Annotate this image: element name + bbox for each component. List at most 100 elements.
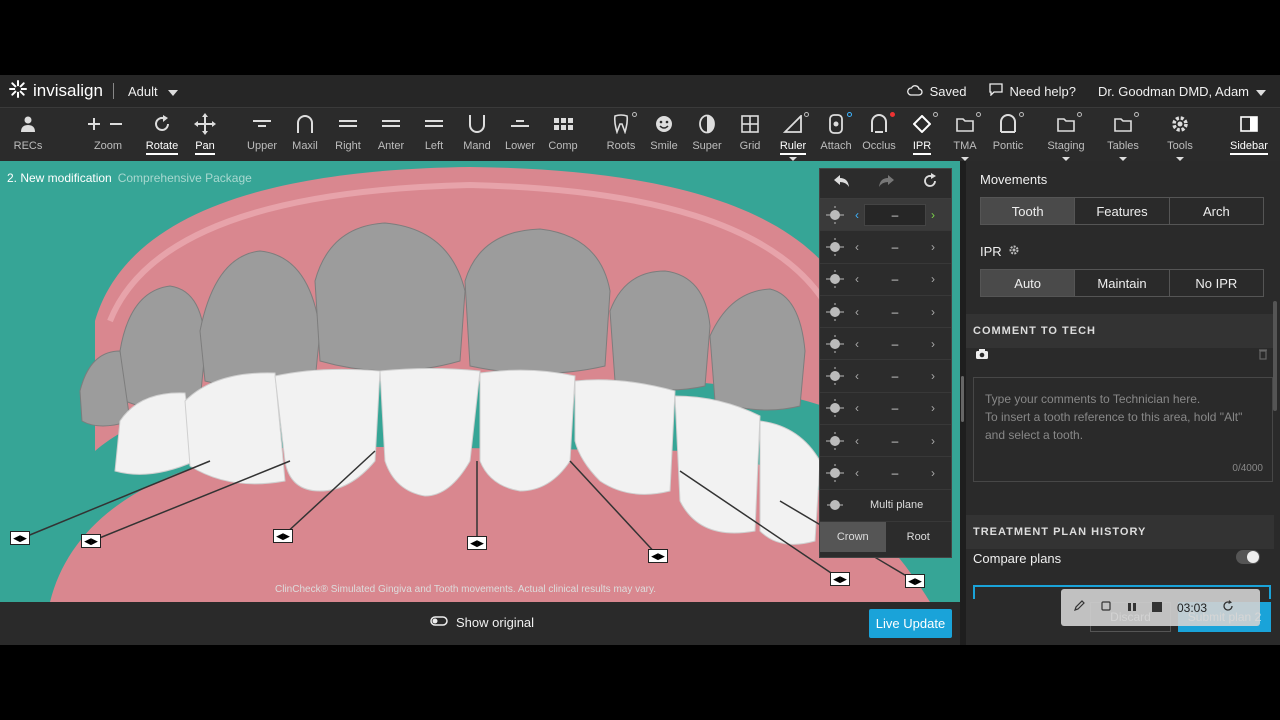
user-menu[interactable]: Dr. Goodman DMD, Adam: [1098, 84, 1266, 99]
toolbar-label: Attach: [820, 140, 852, 152]
eraser-icon[interactable]: [1100, 600, 1112, 615]
live-update-button[interactable]: Live Update: [869, 609, 952, 638]
increment-button[interactable]: ›: [926, 240, 940, 254]
root-button[interactable]: Root: [886, 522, 952, 552]
ipr-title-row: IPR: [980, 244, 1020, 259]
increment-button[interactable]: ›: [926, 208, 940, 222]
tab-ipr-none[interactable]: No IPR: [1170, 270, 1263, 296]
increment-button[interactable]: ›: [926, 369, 940, 383]
tables-icon: [1114, 109, 1132, 139]
help-label: Need help?: [1009, 83, 1077, 99]
3d-viewport[interactable]: 2. New modification Comprehensive Package…: [0, 161, 960, 602]
decrement-button[interactable]: ‹: [850, 208, 864, 222]
ruler-icon: [783, 109, 803, 139]
toolbar-comp-button[interactable]: Comp: [538, 109, 588, 161]
movement-row: ‹ – ›: [820, 360, 951, 393]
patient-type-dropdown[interactable]: Adult: [128, 84, 178, 99]
header-divider: [112, 83, 114, 99]
toolbar-staging-button[interactable]: Staging: [1041, 109, 1091, 161]
package-name: Comprehensive Package: [117, 171, 252, 185]
comment-textarea[interactable]: Type your comments to Technician here. T…: [973, 377, 1273, 482]
toolbar-tables-button[interactable]: Tables: [1098, 109, 1148, 161]
undo-icon[interactable]: [833, 174, 851, 193]
increment-button[interactable]: ›: [926, 272, 940, 286]
toolbar-label: Comp: [548, 140, 578, 152]
decrement-button[interactable]: ‹: [850, 272, 864, 286]
brand-name: invisalign: [33, 81, 103, 100]
redo-icon[interactable]: [877, 174, 895, 193]
toolbar-label: Roots: [606, 140, 636, 152]
ipr-marker[interactable]: ◀▶: [830, 572, 850, 586]
tool-status-dot: [1134, 112, 1139, 117]
reset-icon[interactable]: [922, 173, 938, 194]
decrement-button[interactable]: ‹: [850, 466, 864, 480]
toolbar-label: Right: [335, 140, 361, 152]
upper-icon: [252, 109, 272, 139]
restart-icon[interactable]: [1222, 600, 1234, 615]
tool-status-dot: [804, 112, 809, 117]
movement-value[interactable]: –: [864, 268, 926, 290]
show-original-button[interactable]: Show original: [430, 615, 534, 630]
toolbar-recs-button[interactable]: RECs: [3, 109, 53, 161]
gear-icon[interactable]: [1008, 244, 1020, 259]
toolbar-label: Lower: [505, 140, 535, 152]
ipr-marker[interactable]: ◀▶: [273, 529, 293, 543]
toolbar-label: Mand: [463, 140, 491, 152]
recording-timer: 03:03: [1177, 600, 1208, 615]
movement-value[interactable]: –: [864, 430, 926, 452]
camera-icon[interactable]: [975, 347, 989, 365]
movement-value[interactable]: –: [864, 365, 926, 387]
toolbar-zoom-button[interactable]: Zoom: [78, 109, 138, 161]
decrement-button[interactable]: ‹: [850, 434, 864, 448]
toolbar-sidebar-button[interactable]: Sidebar: [1224, 109, 1274, 161]
viewport-bottom-bar: Show original Live Update: [0, 602, 960, 645]
pause-icon[interactable]: [1127, 601, 1137, 615]
decrement-button[interactable]: ‹: [850, 369, 864, 383]
tab-tooth[interactable]: Tooth: [981, 198, 1076, 224]
pencil-icon[interactable]: [1073, 600, 1085, 615]
increment-button[interactable]: ›: [926, 305, 940, 319]
multi-plane-row[interactable]: Multi plane: [820, 490, 951, 522]
movement-value[interactable]: –: [864, 333, 926, 355]
toolbar-label: Occlus: [862, 140, 896, 152]
toolbar-tools-button[interactable]: Tools: [1155, 109, 1205, 161]
increment-button[interactable]: ›: [926, 337, 940, 351]
decrement-button[interactable]: ‹: [850, 337, 864, 351]
stop-icon[interactable]: [1152, 601, 1162, 615]
extrusion-icon: [820, 205, 850, 224]
crown-button[interactable]: Crown: [820, 521, 886, 552]
pontic-icon: [998, 109, 1018, 139]
movement-row: ‹ – ›: [820, 231, 951, 264]
app-window: invisalign Adult Saved Need help? Dr. Go…: [0, 75, 1280, 645]
toolbar-pontic-button[interactable]: Pontic: [983, 109, 1033, 161]
movement-value[interactable]: –: [864, 397, 926, 419]
movement-value[interactable]: –: [864, 203, 926, 226]
increment-button[interactable]: ›: [926, 466, 940, 480]
decrement-button[interactable]: ‹: [850, 401, 864, 415]
tab-features[interactable]: Features: [1075, 198, 1170, 224]
movement-value[interactable]: –: [864, 301, 926, 323]
ipr-marker[interactable]: ◀▶: [905, 574, 925, 588]
compare-plans-toggle[interactable]: [1236, 550, 1260, 564]
trash-icon[interactable]: [1258, 347, 1268, 365]
movement-value[interactable]: –: [864, 236, 926, 258]
increment-button[interactable]: ›: [926, 401, 940, 415]
ipr-marker[interactable]: ◀▶: [648, 549, 668, 563]
decrement-button[interactable]: ‹: [850, 240, 864, 254]
right-view-icon: [338, 109, 358, 139]
ipr-marker[interactable]: ◀▶: [10, 531, 30, 545]
movement-value[interactable]: –: [864, 462, 926, 484]
movement-row: ‹ – ›: [820, 328, 951, 361]
invisalign-logo[interactable]: invisalign: [8, 79, 103, 104]
decrement-button[interactable]: ‹: [850, 305, 864, 319]
help-button[interactable]: Need help?: [988, 83, 1077, 99]
ipr-marker[interactable]: ◀▶: [81, 534, 101, 548]
ipr-marker[interactable]: ◀▶: [467, 536, 487, 550]
tab-arch[interactable]: Arch: [1170, 198, 1263, 224]
tab-ipr-auto[interactable]: Auto: [981, 270, 1076, 296]
increment-button[interactable]: ›: [926, 434, 940, 448]
angulation-icon: [820, 334, 850, 353]
toolbar-pan-button[interactable]: Pan: [180, 109, 230, 161]
tab-ipr-maintain[interactable]: Maintain: [1075, 270, 1170, 296]
sidebar-scrollbar[interactable]: [1273, 301, 1277, 411]
